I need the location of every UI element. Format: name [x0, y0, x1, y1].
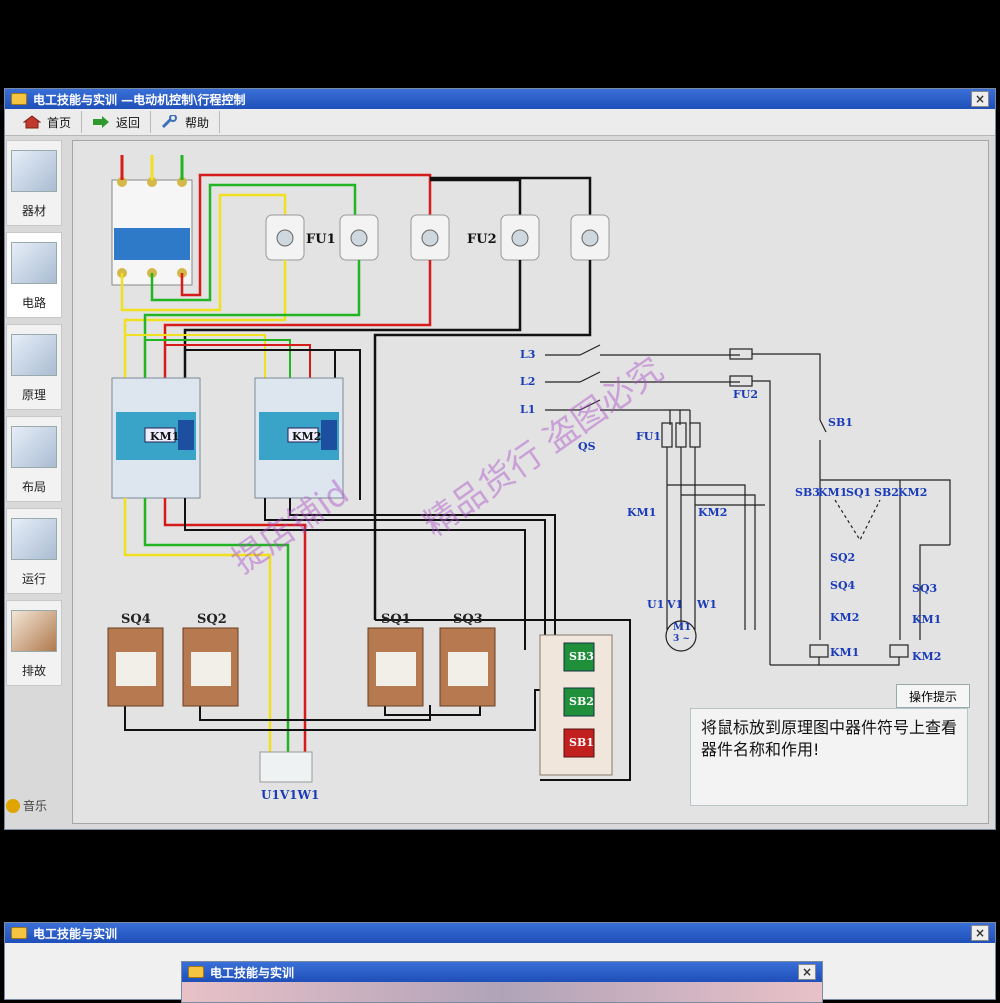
sch-motor-sub: 3 ~: [673, 634, 690, 644]
sch-sq3[interactable]: SQ3: [912, 582, 937, 595]
sb2-label: SB2: [569, 695, 594, 708]
sch-coil-km1[interactable]: KM1: [830, 646, 859, 659]
fuse-fu1[interactable]: [265, 214, 450, 261]
sch-fu1[interactable]: FU1: [636, 430, 661, 443]
fu2-label: FU2: [467, 232, 497, 247]
second-window-title: 电工技能与实训: [33, 926, 118, 941]
sch-w1: W1: [697, 598, 718, 611]
circuit-breaker[interactable]: [111, 177, 193, 286]
sch-km1-nc[interactable]: KM1: [912, 613, 941, 626]
dialog: 电工技能与实训 ×: [181, 961, 823, 1003]
limit-switch-sq3[interactable]: [439, 627, 496, 707]
sch-km1-main[interactable]: KM1: [627, 506, 656, 519]
second-title-bar: 电工技能与实训 ×: [5, 923, 995, 943]
second-close-button[interactable]: ×: [971, 925, 989, 941]
hint-text: 将鼠标放到原理图中器件符号上查看器件名称和作用!: [690, 708, 968, 806]
dialog-title: 电工技能与实训: [210, 965, 295, 980]
sch-l2[interactable]: L2: [520, 375, 535, 388]
second-window: 电工技能与实训 × 电工技能与实训 ×: [4, 922, 996, 1003]
sch-l1[interactable]: L1: [520, 403, 535, 416]
sch-km1-aux[interactable]: KM1: [818, 486, 847, 499]
sch-fu2[interactable]: FU2: [733, 388, 758, 401]
fu1-label: FU1: [306, 232, 336, 247]
app-icon: [188, 966, 204, 978]
sq4-label: SQ4: [121, 612, 151, 627]
sch-motor[interactable]: M1: [673, 622, 691, 633]
sch-sb2[interactable]: SB2: [874, 486, 899, 499]
sch-km2-aux[interactable]: KM2: [898, 486, 927, 499]
dialog-title-bar: 电工技能与实训 ×: [182, 962, 822, 982]
limit-switch-sq4[interactable]: [107, 627, 164, 707]
sch-sq1[interactable]: SQ1: [846, 486, 871, 499]
sch-km2-main[interactable]: KM2: [698, 506, 727, 519]
app-icon: [11, 927, 27, 939]
sch-sb3[interactable]: SB3: [795, 486, 820, 499]
sch-v1: V1: [667, 598, 684, 611]
dialog-image: [182, 982, 822, 1002]
km1-label: KM1: [150, 430, 180, 443]
sb3-label: SB3: [569, 650, 594, 663]
sch-sb1[interactable]: SB1: [828, 416, 853, 429]
sq3-label: SQ3: [453, 612, 483, 627]
dialog-close-button[interactable]: ×: [798, 964, 816, 980]
sch-l3[interactable]: L3: [520, 348, 535, 361]
sch-sq4[interactable]: SQ4: [830, 579, 855, 592]
sch-sq2[interactable]: SQ2: [830, 551, 855, 564]
sch-coil-km2[interactable]: KM2: [912, 650, 941, 663]
sq2-label: SQ2: [197, 612, 227, 627]
hint-tab[interactable]: 操作提示: [896, 684, 970, 708]
sch-u1: U1: [647, 598, 665, 611]
fuse-fu2[interactable]: [500, 214, 610, 261]
sb1-label: SB1: [569, 736, 594, 749]
km2-label: KM2: [292, 430, 322, 443]
limit-switch-sq1[interactable]: [367, 627, 424, 707]
sch-km2-nc[interactable]: KM2: [830, 611, 859, 624]
limit-switch-sq2[interactable]: [182, 627, 239, 707]
sq1-label: SQ1: [381, 612, 411, 627]
motor-terminals-label: U1V1W1: [261, 788, 320, 802]
motor-terminal-block[interactable]: [259, 751, 313, 783]
